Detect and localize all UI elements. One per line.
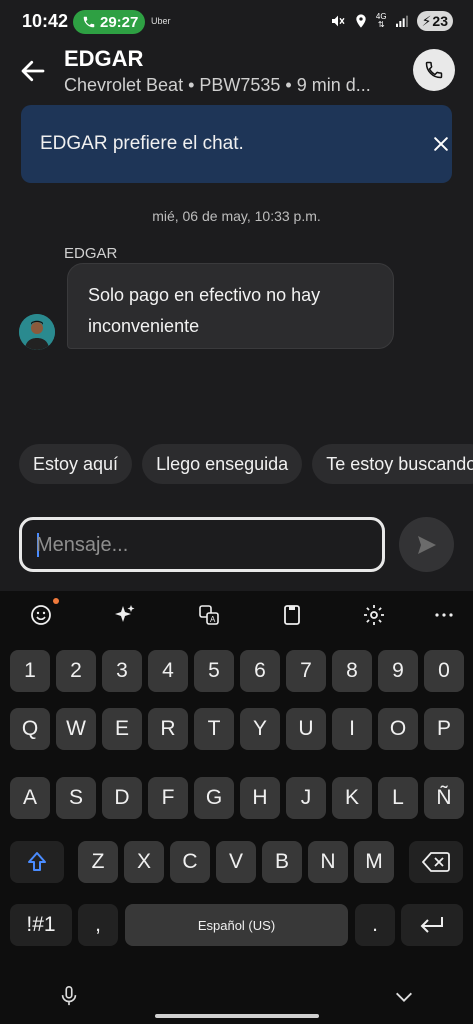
enter-key[interactable] [401, 904, 463, 946]
key-t[interactable]: T [194, 708, 234, 750]
driver-photo [19, 314, 55, 350]
signal-icon [395, 15, 408, 27]
quick-reply-chip[interactable]: Te estoy buscando [312, 444, 473, 484]
status-bar: 10:42 29:27 Uber 4G ⇅ ⚡ 23 [0, 0, 473, 44]
message-text-line: Solo pago en efectivo no hay [88, 285, 321, 305]
backspace-icon [422, 852, 450, 872]
message-timestamp: mié, 06 de may, 10:33 p.m. [152, 208, 321, 224]
chat-header: EDGAR Chevrolet Beat • PBW7535 • 9 min d… [0, 44, 473, 100]
translate-icon[interactable]: A [197, 603, 221, 627]
quick-reply-chip[interactable]: Llego enseguida [142, 444, 303, 484]
phone-icon [425, 61, 443, 79]
key-u[interactable]: U [286, 708, 326, 750]
clipboard-icon[interactable] [280, 603, 304, 627]
keyboard: A 1 2 3 4 5 6 7 8 9 0 Q W E R T Y U I O P A S D F G H J K L Ñ Z X C V B N M!… [0, 591, 473, 1024]
banner-text: EDGAR prefiere el chat. [40, 133, 244, 154]
key-d[interactable]: D [102, 777, 142, 819]
key-0[interactable]: 0 [424, 650, 464, 692]
quick-reply-chip[interactable]: Estoy aquí [19, 444, 133, 484]
avatar[interactable] [19, 314, 55, 350]
send-button[interactable] [399, 517, 454, 572]
key-b[interactable]: B [262, 841, 302, 883]
hide-keyboard-chevron-icon[interactable] [393, 986, 415, 1008]
charging-icon: ⚡ [421, 12, 432, 29]
symbols-key[interactable]: !#1 [10, 904, 72, 946]
notification-dot [53, 598, 59, 604]
key-n[interactable]: N [308, 841, 348, 883]
microphone-icon[interactable] [58, 984, 80, 1008]
key-a[interactable]: A [10, 777, 50, 819]
backspace-key[interactable] [409, 841, 463, 883]
close-icon[interactable] [431, 134, 451, 154]
sender-name: EDGAR [64, 245, 118, 262]
key-f[interactable]: F [148, 777, 188, 819]
network-type: 4G ⇅ [375, 12, 387, 29]
key-2[interactable]: 2 [56, 650, 96, 692]
call-button[interactable] [413, 49, 455, 91]
send-icon [417, 535, 436, 554]
key-3[interactable]: 3 [102, 650, 142, 692]
message-bubble: Solo pago en efectivo no hay inconvenien… [67, 263, 394, 349]
shift-key[interactable] [10, 841, 64, 883]
message-input-box[interactable] [19, 517, 385, 572]
back-arrow-icon[interactable] [18, 56, 48, 86]
phone-icon [83, 16, 95, 28]
key-comma[interactable]: , [78, 904, 118, 946]
key-h[interactable]: H [240, 777, 280, 819]
key-1[interactable]: 1 [10, 650, 50, 692]
sparkle-icon[interactable] [113, 603, 137, 627]
key-x[interactable]: X [124, 841, 164, 883]
key-7[interactable]: 7 [286, 650, 326, 692]
driver-name: EDGAR [64, 46, 144, 71]
vehicle-info: Chevrolet Beat • PBW7535 • 9 min d... [64, 75, 371, 95]
key-ñ[interactable]: Ñ [424, 777, 464, 819]
key-p[interactable]: P [424, 708, 464, 750]
key-s[interactable]: S [56, 777, 96, 819]
location-icon [356, 14, 366, 28]
key-8[interactable]: 8 [332, 650, 372, 692]
key-v[interactable]: V [216, 841, 256, 883]
emoji-icon[interactable] [29, 603, 53, 627]
status-app-label: Uber [151, 16, 171, 26]
ongoing-call-pill[interactable]: 29:27 [73, 10, 145, 34]
key-m[interactable]: M [354, 841, 394, 883]
battery-indicator: ⚡ 23 [416, 11, 453, 31]
key-r[interactable]: R [148, 708, 188, 750]
call-timer: 29:27 [100, 13, 139, 31]
key-k[interactable]: K [332, 777, 372, 819]
key-6[interactable]: 6 [240, 650, 280, 692]
key-o[interactable]: O [378, 708, 418, 750]
key-l[interactable]: L [378, 777, 418, 819]
mute-icon [331, 15, 345, 27]
key-4[interactable]: 4 [148, 650, 188, 692]
key-z[interactable]: Z [78, 841, 118, 883]
key-y[interactable]: Y [240, 708, 280, 750]
key-i[interactable]: I [332, 708, 372, 750]
status-time: 10:42 [22, 11, 69, 31]
settings-icon[interactable] [362, 603, 386, 627]
more-icon[interactable] [432, 603, 456, 627]
key-period[interactable]: . [355, 904, 395, 946]
key-c[interactable]: C [170, 841, 210, 883]
message-text-line: inconveniente [88, 316, 200, 336]
svg-text:A: A [210, 615, 216, 624]
key-q[interactable]: Q [10, 708, 50, 750]
shift-icon [28, 852, 46, 871]
key-9[interactable]: 9 [378, 650, 418, 692]
message-input[interactable] [36, 532, 366, 558]
key-j[interactable]: J [286, 777, 326, 819]
key-g[interactable]: G [194, 777, 234, 819]
key-e[interactable]: E [102, 708, 142, 750]
keyboard-toolbar: A [0, 591, 473, 639]
space-key[interactable]: Español (US) [125, 904, 348, 946]
quick-replies: Estoy aquí Llego enseguida Te estoy buscan… [19, 444, 473, 484]
key-w[interactable]: W [56, 708, 96, 750]
home-indicator[interactable] [155, 1014, 319, 1018]
enter-icon [420, 917, 443, 933]
chat-preference-banner: EDGAR prefiere el chat. [21, 105, 452, 183]
key-5[interactable]: 5 [194, 650, 234, 692]
